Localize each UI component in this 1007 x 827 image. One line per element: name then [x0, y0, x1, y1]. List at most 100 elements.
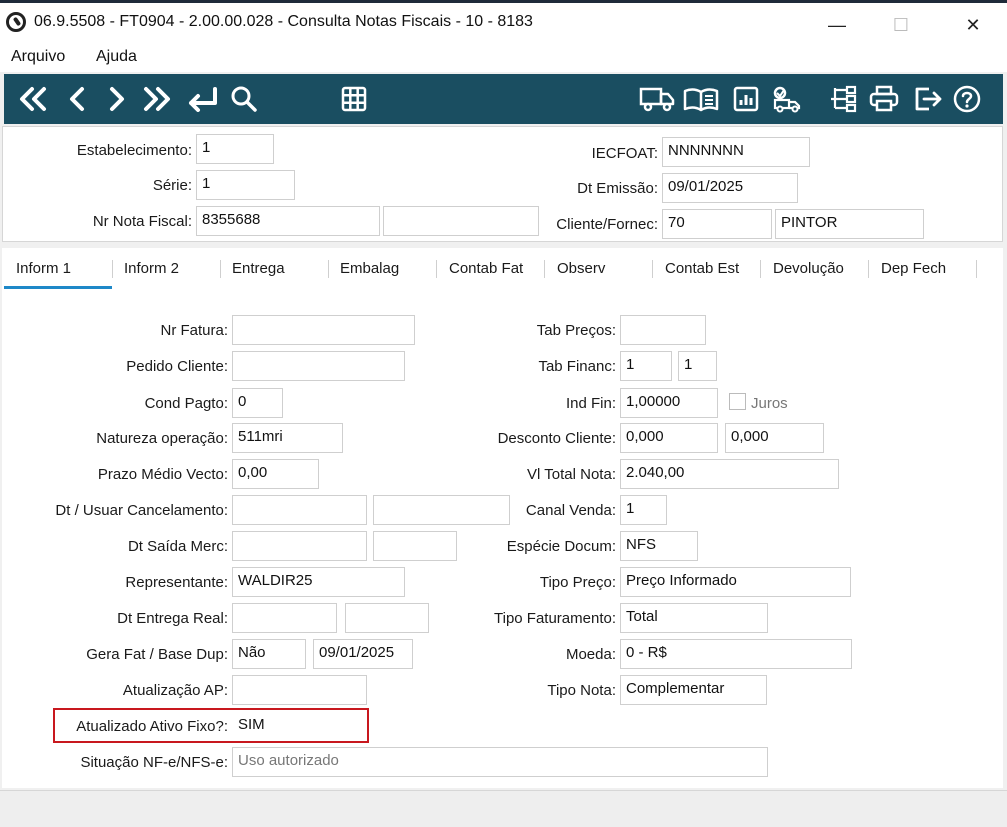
tab-entrega[interactable]: Entrega [232, 260, 285, 277]
desconto-cliente-2-field[interactable]: 0,000 [725, 423, 824, 453]
previous-icon[interactable] [62, 82, 92, 116]
first-icon[interactable] [16, 82, 50, 116]
nr-nota-fiscal-field[interactable]: 8355688 [196, 206, 380, 236]
moeda-label: Moeda: [565, 646, 616, 663]
close-button[interactable]: ✕ [955, 11, 991, 39]
vl-total-nota-label: Vl Total Nota: [527, 466, 616, 483]
menu-arquivo[interactable]: Arquivo [11, 48, 65, 66]
menu-ajuda[interactable]: Ajuda [96, 48, 137, 66]
tab-separator [976, 260, 977, 278]
ind-fin-label: Ind Fin: [565, 395, 616, 412]
canal-venda-label: Canal Venda: [525, 502, 616, 519]
next-icon[interactable] [102, 82, 132, 116]
tab-embalag[interactable]: Embalag [340, 260, 399, 277]
cliente-fornec-name-field[interactable]: PINTOR [775, 209, 924, 239]
active-tab-indicator [4, 286, 112, 289]
natureza-operacao-label: Natureza operação: [96, 430, 228, 447]
tab-observ[interactable]: Observ [557, 260, 605, 277]
dt-cancelamento-field[interactable] [232, 495, 367, 525]
vl-total-nota-field[interactable]: 2.040,00 [620, 459, 839, 489]
tipo-faturamento-field[interactable]: Total [620, 603, 768, 633]
desconto-cliente-label: Desconto Cliente: [497, 430, 616, 447]
print-icon[interactable] [866, 82, 902, 116]
tab-financ-label: Tab Financ: [538, 358, 616, 375]
hora-entrega-real-field[interactable] [345, 603, 429, 633]
tab-separator [868, 260, 869, 278]
atualizacao-ap-label: Atualização AP: [122, 682, 228, 699]
juros-checkbox[interactable] [729, 393, 746, 410]
goto-icon[interactable] [184, 82, 220, 116]
nr-fatura-field[interactable] [232, 315, 415, 345]
base-dup-field[interactable]: 09/01/2025 [313, 639, 413, 669]
canal-venda-field[interactable]: 1 [620, 495, 667, 525]
desconto-cliente-field[interactable]: 0,000 [620, 423, 718, 453]
nr-nota-fiscal-label: Nr Nota Fiscal: [92, 213, 192, 230]
dt-emissao-field[interactable]: 09/01/2025 [662, 173, 798, 203]
tab-separator [328, 260, 329, 278]
tab-separator [220, 260, 221, 278]
tab-precos-label: Tab Preços: [536, 322, 616, 339]
grid-icon[interactable] [338, 82, 370, 116]
situacao-nfe-label: Situação NF-e/NFS-e: [80, 754, 228, 771]
search-icon[interactable] [228, 82, 260, 116]
toolbar [4, 74, 1003, 124]
tab-financ-field[interactable]: 1 [620, 351, 672, 381]
tipo-preco-field[interactable]: Preço Informado [620, 567, 851, 597]
help-icon[interactable] [950, 82, 984, 116]
cond-pagto-label: Cond Pagto: [144, 395, 228, 412]
minimize-button[interactable]: — [819, 11, 855, 39]
ind-fin-field[interactable]: 1,00000 [620, 388, 718, 418]
especie-docum-field[interactable]: NFS [620, 531, 698, 561]
iecfoat-label: IECFOAT: [591, 145, 658, 162]
natureza-operacao-field[interactable]: 511mri [232, 423, 343, 453]
tab-precos-field[interactable] [620, 315, 706, 345]
dt-saida-merc-label: Dt Saída Merc: [127, 538, 228, 555]
tipo-faturamento-label: Tipo Faturamento: [494, 610, 616, 627]
tipo-nota-label: Tipo Nota: [547, 682, 616, 699]
maximize-button[interactable]: ☐ [883, 11, 919, 39]
report-icon[interactable] [730, 82, 762, 116]
tab-inform-1[interactable]: Inform 1 [16, 260, 71, 277]
pedido-cliente-label: Pedido Cliente: [126, 358, 228, 375]
exit-icon[interactable] [910, 82, 946, 116]
estabelecimento-field[interactable]: 1 [196, 134, 274, 164]
tab-separator [544, 260, 545, 278]
tab-financ-index-field[interactable]: 1 [678, 351, 717, 381]
especie-docum-label: Espécie Docum: [506, 538, 616, 555]
tipo-nota-field[interactable]: Complementar [620, 675, 767, 705]
juros-label: Juros [751, 395, 788, 412]
estabelecimento-label: Estabelecimento: [76, 142, 192, 159]
tab-separator [436, 260, 437, 278]
last-icon[interactable] [140, 82, 174, 116]
moeda-field[interactable]: 0 - R$ [620, 639, 852, 669]
app-logo-icon [6, 12, 26, 32]
serie-field[interactable]: 1 [196, 170, 295, 200]
gera-fat-base-dup-label: Gera Fat / Base Dup: [86, 646, 228, 663]
representante-label: Representante: [125, 574, 228, 591]
dt-usuar-cancelamento-label: Dt / Usuar Cancelamento: [55, 502, 228, 519]
pedido-cliente-field[interactable] [232, 351, 405, 381]
prazo-medio-vecto-field[interactable]: 0,00 [232, 459, 319, 489]
serie-label: Série: [152, 177, 192, 194]
representante-field[interactable]: WALDIR25 [232, 567, 405, 597]
cliente-fornec-code-field[interactable]: 70 [662, 209, 772, 239]
book-icon[interactable] [682, 82, 720, 116]
hierarchy-icon[interactable] [826, 82, 860, 116]
delivery-icon[interactable] [770, 82, 808, 116]
tab-contab-fat[interactable]: Contab Fat [449, 260, 523, 277]
cond-pagto-field[interactable]: 0 [232, 388, 283, 418]
tab-inform-2[interactable]: Inform 2 [124, 260, 179, 277]
tab-dep-fech[interactable]: Dep Fech [881, 260, 946, 277]
situacao-nfe-field[interactable]: Uso autorizado [232, 747, 768, 777]
dt-entrega-real-field[interactable] [232, 603, 337, 633]
atualizacao-ap-field[interactable] [232, 675, 367, 705]
nr-nota-fiscal-extra-field[interactable] [383, 206, 539, 236]
tab-strip: Inform 1 Inform 2 Entrega Embalag Contab… [2, 248, 1003, 290]
truck-icon[interactable] [638, 82, 676, 116]
iecfoat-field[interactable]: NNNNNNN [662, 137, 810, 167]
tab-devolucao[interactable]: Devolução [773, 260, 844, 277]
cliente-fornec-label: Cliente/Fornec: [556, 216, 658, 233]
tab-contab-est[interactable]: Contab Est [665, 260, 739, 277]
gera-fat-field[interactable]: Não [232, 639, 306, 669]
dt-saida-merc-field[interactable] [232, 531, 367, 561]
